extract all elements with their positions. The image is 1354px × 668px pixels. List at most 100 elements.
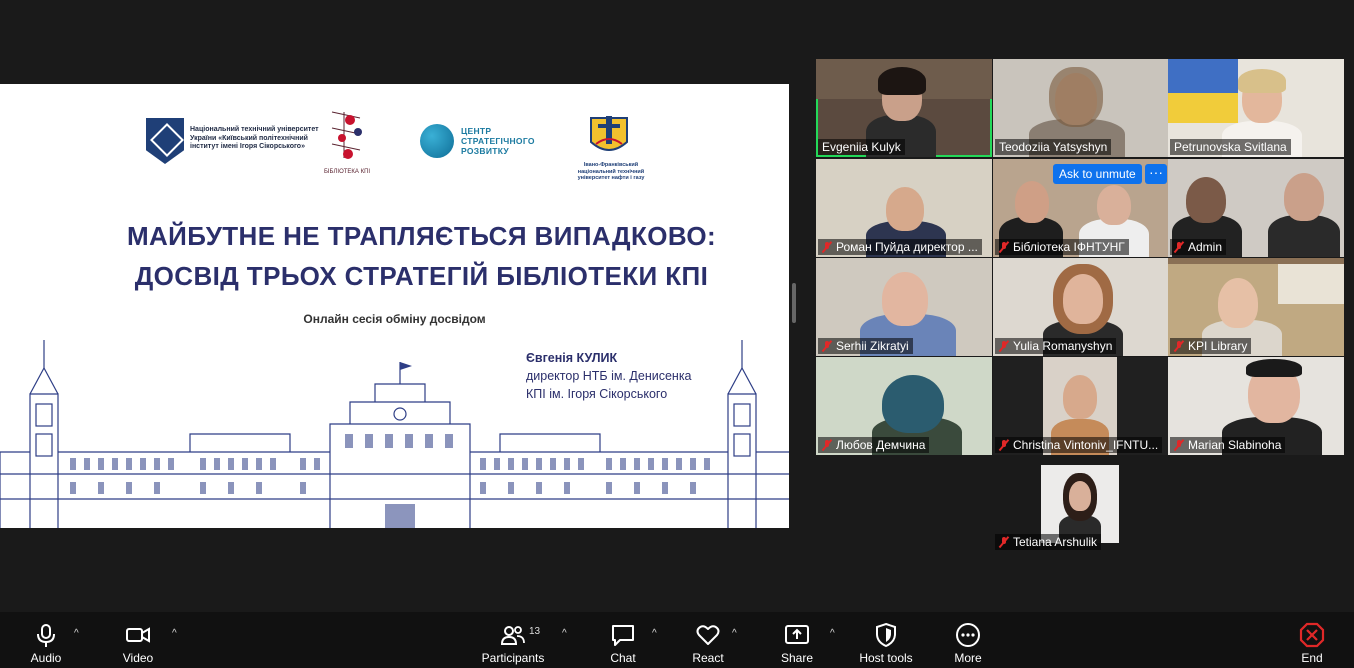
kpi-logo-text: Національний технічний університет Украї… — [190, 126, 319, 150]
center-line-3: РОЗВИТКУ — [461, 146, 510, 156]
participant-name-label: Marian Slabinoha — [1170, 437, 1286, 453]
muted-mic-icon — [999, 241, 1009, 253]
participant-name: Yulia Romanyshyn — [1013, 339, 1113, 353]
participant-name: Serhii Zikratyi — [836, 339, 909, 353]
muted-mic-icon — [999, 439, 1009, 451]
speaker-role: директор НТБ ім. Денисенка — [526, 369, 692, 383]
ifntung-emblem-icon — [590, 116, 628, 151]
more-dots-icon — [956, 623, 980, 647]
participant-name: Teodoziia Yatsyshyn — [999, 140, 1108, 154]
participant-name: Роман Пуйда директор ... — [836, 240, 978, 254]
participant-name-label: Admin — [1170, 239, 1227, 255]
library-logo-text: БІБЛІОТЕКА КПІ — [323, 169, 371, 175]
ask-to-unmute-button[interactable]: Ask to unmute — [1053, 164, 1142, 184]
video-tile[interactable]: Admin — [1168, 159, 1344, 257]
chat-label: Chat — [610, 651, 636, 665]
participant-name-label: Teodoziia Yatsyshyn — [995, 139, 1112, 155]
video-tile[interactable]: Yulia Romanyshyn — [993, 258, 1169, 356]
participant-name-label: Любов Демчина — [818, 437, 930, 453]
ifntung-logo-text: Івано-Франківський національний технічни… — [577, 162, 645, 181]
meeting-toolbar: Audio ^ Video ^ Participants 13 ^ Chat ^… — [0, 612, 1354, 668]
participant-name-label: Роман Пуйда директор ... — [818, 239, 982, 255]
microphone-icon — [37, 624, 55, 647]
kpi-logo: Національний технічний університет Украї… — [146, 108, 319, 178]
video-tile[interactable]: Роман Пуйда директор ... — [816, 159, 992, 257]
speaker-name: Євгенія КУЛИК — [526, 351, 618, 365]
host-tools-label: Host tools — [859, 651, 913, 665]
muted-mic-icon — [822, 340, 832, 352]
slide-title: МАЙБУТНЕ НЕ ТРАПЛЯЄТЬСЯ ВИПАДКОВО: ДОСВІ… — [0, 216, 789, 296]
participant-name-label: Tetiana Arshulik — [995, 534, 1102, 550]
participant-name-label: Evgeniia Kulyk — [818, 139, 905, 155]
participants-label: Participants — [481, 651, 545, 665]
video-tile[interactable]: Marian Slabinoha — [1168, 357, 1344, 455]
video-tile[interactable] — [1041, 465, 1119, 543]
participant-name-label: Petrunovska Svitlana — [1170, 139, 1291, 155]
participant-name-label: Christina Vintoniv_IFNTU... — [995, 437, 1163, 453]
muted-mic-icon — [1174, 439, 1184, 451]
video-camera-icon — [126, 627, 150, 643]
kpi-shield-icon — [146, 118, 184, 164]
shared-slide: Національний технічний університет Украї… — [0, 84, 789, 528]
video-tile[interactable]: Evgeniia Kulyk — [816, 59, 992, 157]
split-view-resize-handle[interactable] — [792, 283, 796, 323]
participants-icon — [500, 626, 525, 645]
video-options-caret[interactable]: ^ — [172, 628, 177, 639]
participant-name: Любов Демчина — [836, 438, 926, 452]
center-line-1: ЦЕНТР — [461, 126, 492, 136]
chat-button[interactable]: Chat — [600, 612, 646, 668]
participant-name: Evgeniia Kulyk — [822, 140, 901, 154]
muted-mic-icon — [822, 241, 832, 253]
strategy-center-text: ЦЕНТР СТРАТЕГІЧНОГО РОЗВИТКУ — [461, 126, 535, 156]
more-button[interactable]: More — [944, 612, 992, 668]
participant-name-label: Serhii Zikratyi — [818, 338, 913, 354]
library-logo: БІБЛІОТЕКА КПІ — [322, 108, 372, 178]
muted-mic-icon — [999, 536, 1009, 548]
video-tile[interactable]: Любов Демчина — [816, 357, 992, 455]
strategy-center-logo: ЦЕНТР СТРАТЕГІЧНОГО РОЗВИТКУ — [420, 108, 550, 178]
share-options-caret[interactable]: ^ — [830, 628, 835, 639]
participant-name-label: KPI Library — [1170, 338, 1252, 354]
share-button[interactable]: Share — [774, 612, 820, 668]
video-label: Video — [122, 651, 154, 665]
participant-name: Christina Vintoniv_IFNTU... — [1013, 438, 1159, 452]
video-tile[interactable]: Christina Vintoniv_IFNTU... — [993, 357, 1169, 455]
ifntung-logo: Івано-Франківський національний технічни… — [576, 108, 646, 181]
end-label: End — [1301, 651, 1323, 665]
video-tile[interactable]: KPI Library — [1168, 258, 1344, 356]
audio-label: Audio — [30, 651, 62, 665]
chat-bubble-icon — [612, 625, 634, 646]
muted-mic-icon — [1174, 241, 1184, 253]
video-button[interactable]: Video — [114, 612, 162, 668]
end-meeting-button[interactable]: End — [1290, 612, 1334, 668]
participant-name: KPI Library — [1188, 339, 1248, 353]
muted-mic-icon — [822, 439, 832, 451]
react-label: React — [692, 651, 724, 665]
speaker-info: Євгенія КУЛИК директор НТБ ім. Денисенка… — [526, 349, 766, 403]
participants-options-caret[interactable]: ^ — [562, 628, 567, 639]
react-options-caret[interactable]: ^ — [732, 628, 737, 639]
participant-name: Tetiana Arshulik — [1013, 535, 1098, 549]
tile-more-options-button[interactable]: ··· — [1145, 164, 1167, 184]
end-call-icon — [1299, 622, 1325, 648]
host-tools-button[interactable]: Host tools — [856, 612, 916, 668]
globe-icon — [420, 124, 454, 158]
share-label: Share — [780, 651, 814, 665]
audio-button[interactable]: Audio — [22, 612, 70, 668]
participant-name: Marian Slabinoha — [1188, 438, 1282, 452]
speaker-org: КПІ ім. Ігоря Сікорського — [526, 387, 668, 401]
center-line-2: СТРАТЕГІЧНОГО — [461, 136, 535, 146]
music-notes-icon — [331, 111, 362, 159]
slide-title-line-2: ДОСВІД ТРЬОХ СТРАТЕГІЙ БІБЛІОТЕКИ КПІ — [134, 261, 709, 291]
muted-mic-icon — [999, 340, 1009, 352]
react-button[interactable]: React — [685, 612, 731, 668]
shield-icon — [876, 622, 896, 648]
participant-name: Petrunovska Svitlana — [1174, 140, 1287, 154]
audio-options-caret[interactable]: ^ — [74, 628, 79, 639]
video-tile[interactable]: Petrunovska Svitlana — [1168, 59, 1344, 157]
video-tile[interactable]: Teodoziia Yatsyshyn — [993, 59, 1169, 157]
chat-options-caret[interactable]: ^ — [652, 628, 657, 639]
participants-button[interactable]: Participants — [478, 612, 548, 668]
video-tile[interactable]: Serhii Zikratyi — [816, 258, 992, 356]
participant-name: Admin — [1188, 240, 1223, 254]
